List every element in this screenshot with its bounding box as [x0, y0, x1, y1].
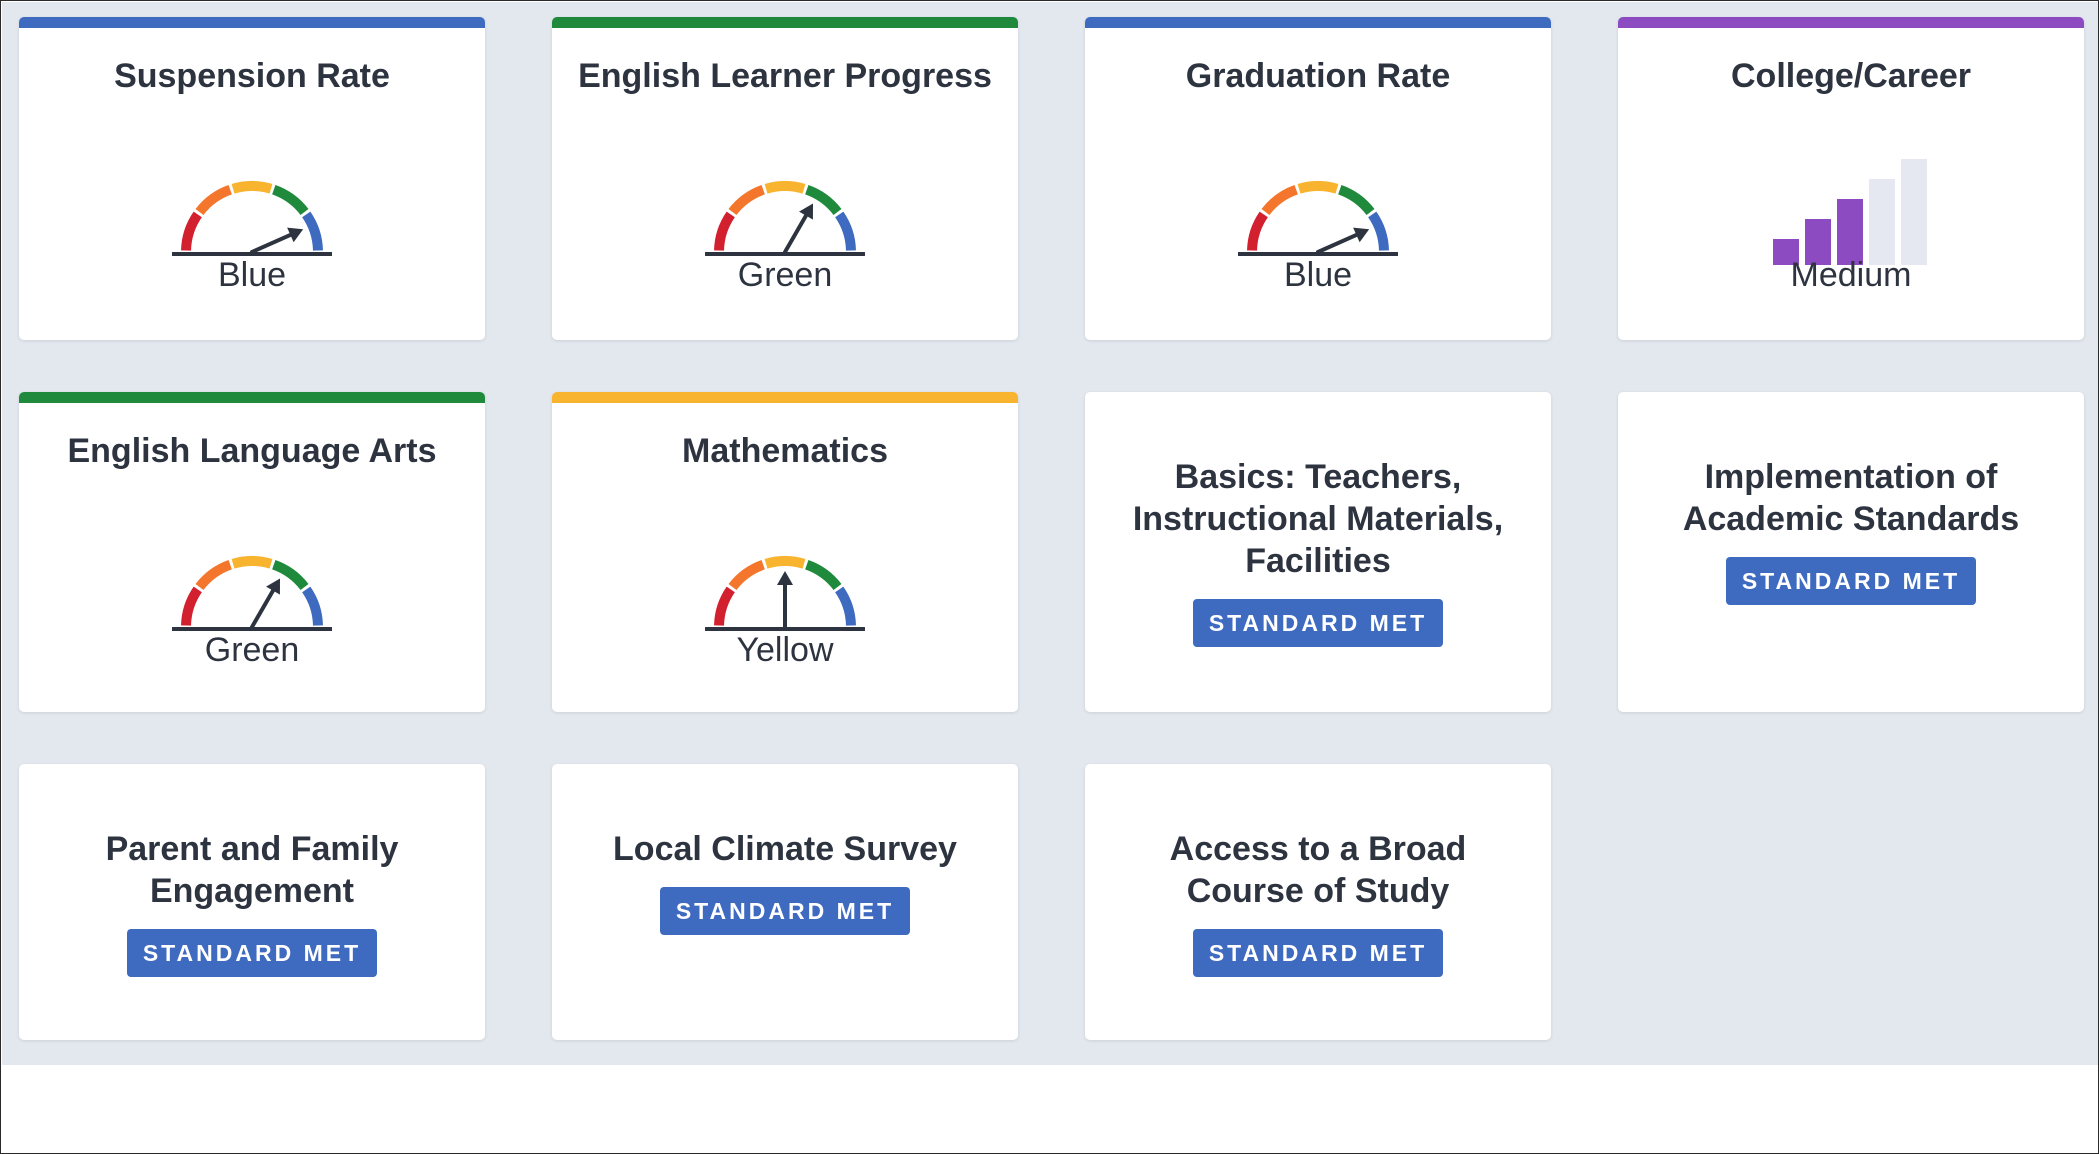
performance-level: Green — [204, 631, 300, 669]
card-title: Implementation of Academic Standards — [1682, 458, 2020, 538]
gauge-segment — [835, 586, 856, 626]
gauge-icon — [1238, 181, 1398, 256]
gauge-segment — [1297, 181, 1339, 194]
gauge-icon — [705, 556, 865, 631]
card-accent-bar — [1618, 17, 2084, 28]
gauge-segment — [728, 184, 766, 216]
card-title: Parent and Family Engagement — [105, 830, 399, 910]
indicator-card-broad-course-of-study[interactable]: Access to a Broad Course of Study STANDA… — [1085, 764, 1551, 1040]
local-indicator-content: Implementation of Academic Standards STA… — [1618, 456, 2084, 605]
performance-level: Yellow — [736, 631, 834, 669]
indicator-card-mathematics[interactable]: Mathematics Yellow — [552, 392, 1018, 712]
indicator-card-basics[interactable]: Basics: Teachers, Instructional Material… — [1085, 392, 1551, 712]
status-badge: STANDARD MET — [1192, 929, 1444, 977]
performance-level: Blue — [217, 256, 287, 294]
card-title: Local Climate Survey — [613, 830, 957, 868]
local-indicator-content: Local Climate Survey STANDARD MET — [552, 828, 1018, 935]
card-title: Suspension Rate — [114, 57, 390, 95]
gauge-needle — [1316, 232, 1359, 254]
card-title: Access to a Broad Course of Study — [1169, 830, 1467, 910]
gauge-segment — [231, 181, 273, 194]
indicator-card-suspension-rate[interactable]: Suspension Rate Blue — [19, 17, 485, 340]
gauge-segment — [764, 556, 806, 569]
card-accent-bar — [19, 17, 485, 28]
card-title: English Language Arts — [67, 432, 437, 470]
indicator-card-parent-family-engagement[interactable]: Parent and Family Engagement STANDARD ME… — [19, 764, 485, 1040]
gauge-needle — [250, 588, 275, 629]
status-badge: STANDARD MET — [1725, 557, 1977, 605]
indicator-card-college-career[interactable]: College/Career Medium — [1618, 17, 2084, 340]
gauge-segment — [195, 559, 233, 591]
gauge-segment — [271, 184, 309, 216]
gauge-icon — [705, 181, 865, 256]
gauge-needle — [783, 213, 808, 254]
dashboard-panel: Suspension Rate Blue English Learner Pro… — [2, 2, 2098, 1065]
card-title: Graduation Rate — [1185, 57, 1451, 95]
gauge-segment — [1337, 184, 1375, 216]
performance-level: Green — [737, 256, 833, 294]
gauge-segment — [728, 559, 766, 591]
performance-level: Blue — [1283, 256, 1353, 294]
performance-level: Medium — [1790, 256, 1912, 294]
empty-grid-cell — [1618, 764, 2084, 1040]
status-badge: STANDARD MET — [659, 887, 911, 935]
card-accent-bar — [552, 392, 1018, 403]
status-badge: STANDARD MET — [126, 929, 378, 977]
local-indicator-content: Access to a Broad Course of Study STANDA… — [1085, 828, 1551, 977]
status-badge: STANDARD MET — [1192, 599, 1444, 647]
gauge-segment — [764, 181, 806, 194]
indicator-grid: Suspension Rate Blue English Learner Pro… — [19, 17, 2084, 1040]
gauge-icon — [172, 181, 332, 256]
gauge-segment — [302, 586, 323, 626]
indicator-card-english-learner-progress[interactable]: English Learner Progress Green — [552, 17, 1018, 340]
gauge-icon — [172, 556, 332, 631]
card-title: Basics: Teachers, Instructional Material… — [1132, 458, 1504, 580]
gauge-segment — [181, 586, 202, 626]
local-indicator-content: Parent and Family Engagement STANDARD ME… — [19, 828, 485, 977]
level-bar — [1901, 159, 1927, 265]
gauge-segment — [231, 556, 273, 569]
gauge-needle-head — [777, 571, 793, 585]
indicator-card-english-language-arts[interactable]: English Language Arts Green — [19, 392, 485, 712]
indicator-card-academic-standards[interactable]: Implementation of Academic Standards STA… — [1618, 392, 2084, 712]
gauge-needle — [250, 232, 293, 254]
gauge-segment — [1261, 184, 1299, 216]
card-title: Mathematics — [682, 432, 888, 470]
gauge-segment — [181, 211, 202, 251]
level-bars-icon — [1773, 159, 1927, 265]
gauge-segment — [714, 586, 735, 626]
dashboard-frame: Suspension Rate Blue English Learner Pro… — [0, 0, 2099, 1154]
card-accent-bar — [552, 17, 1018, 28]
gauge-segment — [714, 211, 735, 251]
gauge-segment — [804, 559, 842, 591]
card-title: College/Career — [1731, 57, 1971, 95]
gauge-segment — [835, 211, 856, 251]
card-accent-bar — [19, 392, 485, 403]
local-indicator-content: Basics: Teachers, Instructional Material… — [1085, 456, 1551, 647]
gauge-segment — [1368, 211, 1389, 251]
gauge-segment — [1247, 211, 1268, 251]
indicator-card-graduation-rate[interactable]: Graduation Rate Blue — [1085, 17, 1551, 340]
gauge-segment — [302, 211, 323, 251]
gauge-segment — [195, 184, 233, 216]
card-title: English Learner Progress — [578, 57, 992, 95]
indicator-card-local-climate-survey[interactable]: Local Climate Survey STANDARD MET — [552, 764, 1018, 1040]
card-accent-bar — [1085, 17, 1551, 28]
